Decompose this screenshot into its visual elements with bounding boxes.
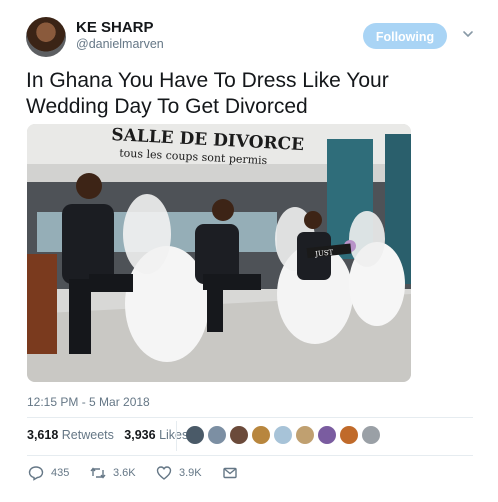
likes-count[interactable]: 3,936 [124,428,155,442]
message-button[interactable] [222,465,245,481]
likes-label[interactable]: Likes [159,428,188,442]
retweet-icon [90,467,106,479]
liker-avatar[interactable] [340,426,358,444]
liker-avatar[interactable] [208,426,226,444]
reply-button[interactable]: 435 [28,465,69,481]
following-button[interactable]: Following [363,23,447,49]
liker-avatars[interactable] [186,426,384,446]
liker-avatar[interactable] [296,426,314,444]
liker-avatar[interactable] [186,426,204,444]
avatar[interactable] [26,17,66,57]
reply-count: 435 [51,467,70,479]
divider [27,417,473,418]
retweets-count[interactable]: 3,618 [27,428,58,442]
reply-icon [28,466,44,481]
like-button[interactable]: 3.9K [156,465,202,481]
retweets-label[interactable]: Retweets [62,428,114,442]
stats-separator [176,421,177,451]
tweet-stats: 3,618 Retweets 3,936 Likes [27,428,188,442]
divider [27,455,473,456]
tweet-timestamp[interactable]: 12:15 PM - 5 Mar 2018 [27,395,150,409]
liker-avatar[interactable] [230,426,248,444]
liker-avatar[interactable] [252,426,270,444]
tweet-text: In Ghana You Have To Dress Like Your Wed… [26,69,389,118]
user-display-name[interactable]: KE SHARP [76,19,154,36]
tweet-photo[interactable]: JUST SALLE DE DIVORCE tous les coups son… [27,124,411,382]
chevron-down-icon[interactable] [462,28,474,40]
retweet-button[interactable]: 3.6K [90,465,136,481]
liker-avatar[interactable] [274,426,292,444]
liker-avatar[interactable] [318,426,336,444]
like-count: 3.9K [179,467,202,479]
user-handle[interactable]: @danielmarven [76,37,164,51]
liker-avatar[interactable] [362,426,380,444]
like-icon [156,466,172,480]
retweet-count: 3.6K [113,467,136,479]
message-icon [223,467,237,479]
